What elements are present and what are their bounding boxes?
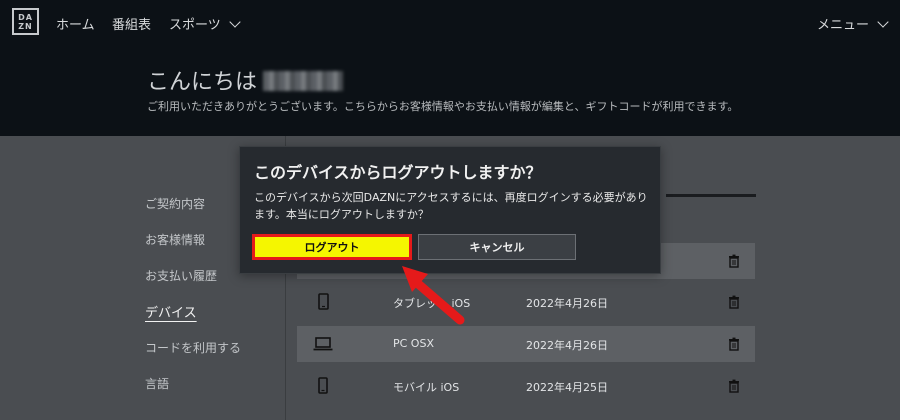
- top-nav: DA ZN ホーム 番組表 スポーツ メニュー: [0, 0, 900, 44]
- nav-menu-label: メニュー: [817, 18, 870, 33]
- logo-top-text: DA: [18, 12, 33, 22]
- trash-icon[interactable]: [728, 337, 740, 351]
- nav-schedule[interactable]: 番組表: [112, 14, 151, 33]
- table-row: タブレット iOS 2022年4月26日: [297, 284, 755, 320]
- device-date: 2022年4月26日: [526, 297, 608, 310]
- greeting-text: こんにちは: [147, 70, 258, 95]
- trash-icon[interactable]: [728, 295, 740, 309]
- nav-menu[interactable]: メニュー: [817, 14, 889, 33]
- chevron-down-icon: [877, 16, 889, 28]
- chevron-down-icon: [229, 16, 241, 28]
- device-name: モバイル iOS: [393, 381, 460, 394]
- sidebar-item-language[interactable]: 言語: [145, 375, 169, 392]
- logout-dialog: このデバイスからログアウトしますか？ このデバイスから次回DAZNにアクセスする…: [239, 146, 661, 274]
- tablet-icon: [318, 293, 329, 310]
- sidebar-item-payment-history[interactable]: お支払い履歴: [145, 267, 217, 284]
- trash-icon[interactable]: [728, 254, 740, 268]
- table-row: PC OSX 2022年4月26日: [297, 326, 755, 362]
- blurred-user-name: [263, 71, 344, 91]
- device-name: PC OSX: [393, 337, 434, 350]
- laptop-icon: [313, 337, 333, 351]
- dialog-message: このデバイスから次回DAZNにアクセスするには、再度ログインする必要があります。…: [254, 191, 648, 221]
- mobile-icon: [318, 377, 328, 394]
- tab-underline: [666, 194, 756, 197]
- device-date: 2022年4月26日: [526, 339, 608, 352]
- nav-home[interactable]: ホーム: [56, 14, 95, 33]
- sidebar-item-customer-info[interactable]: お客様情報: [145, 231, 205, 248]
- greeting: こんにちは: [147, 64, 344, 96]
- sidebar-item-contract[interactable]: ご契約内容: [145, 195, 205, 212]
- device-date: 2022年4月25日: [526, 381, 608, 394]
- account-header: こんにちは ご利用いただきありがとうございます。こちらからお客様情報やお支払い情…: [0, 44, 900, 136]
- sidebar-item-redeem-code[interactable]: コードを利用する: [145, 339, 241, 356]
- dazn-logo[interactable]: DA ZN: [12, 8, 39, 35]
- logo-bottom-text: ZN: [18, 21, 33, 31]
- nav-sports-label: スポーツ: [169, 18, 221, 33]
- cancel-button[interactable]: キャンセル: [418, 234, 576, 260]
- nav-sports[interactable]: スポーツ: [169, 14, 241, 33]
- dialog-title: このデバイスからログアウトしますか？: [254, 163, 542, 182]
- table-row: モバイル iOS 2022年4月25日: [297, 368, 755, 404]
- sidebar-item-devices[interactable]: デバイス: [145, 302, 197, 321]
- annotation-arrow-icon: [402, 266, 465, 325]
- header-subtitle: ご利用いただきありがとうございます。こちらからお客様情報やお支払い情報が編集と、…: [147, 100, 739, 113]
- logout-button[interactable]: ログアウト: [252, 234, 412, 260]
- trash-icon[interactable]: [728, 379, 740, 393]
